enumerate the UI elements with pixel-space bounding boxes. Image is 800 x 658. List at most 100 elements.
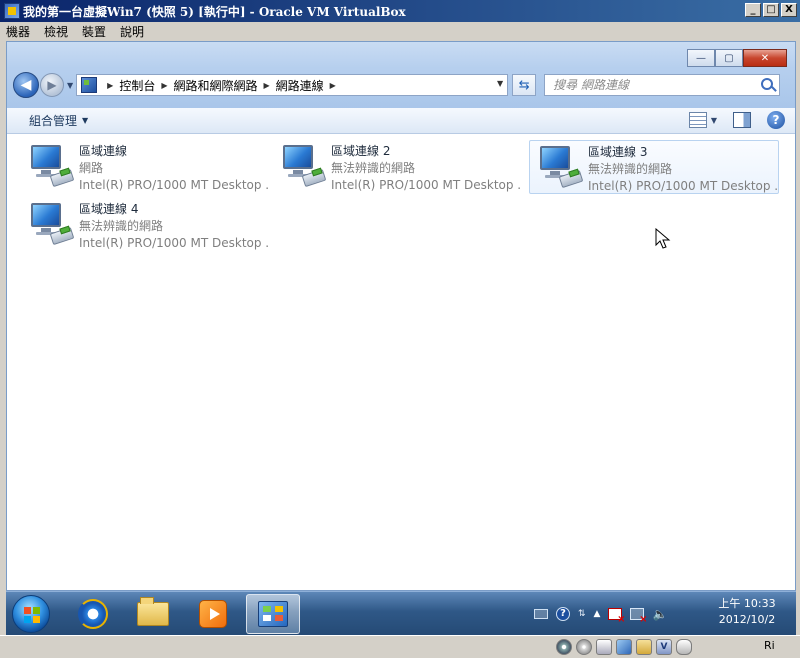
connection-details: 區域連線 2 無法辨識的網路 Intel(R) PRO/1000 MT Desk… [331,140,521,194]
back-button[interactable]: ◀ [13,72,39,98]
guest-screen: — ▢ ✕ ◀ ▶ ▼ ▶ 控制台 ▶ 網路和網際網路 ▶ 網路連線 ▶ ▼ ⇆… [6,41,796,635]
search-box [544,74,781,96]
connection-status: 網路 [79,161,104,175]
action-center-icon[interactable] [608,608,625,625]
connection-tile-1[interactable]: 區域連線 網路 Intel(R) PRO/1000 MT Desktop ... [21,140,271,194]
explorer-window-controls: — ▢ ✕ [687,49,787,67]
address-bar[interactable]: ▶ 控制台 ▶ 網路和網際網路 ▶ 網路連線 ▶ ▼ [76,74,509,96]
organize-label: 組合管理 [29,114,78,128]
input-method-icon[interactable]: ⇅ [578,609,586,619]
taskbar-media-player[interactable] [186,594,240,634]
refresh-button[interactable]: ⇆ [512,74,537,96]
explorer-frame: — ▢ ✕ ◀ ▶ ▼ ▶ 控制台 ▶ 網路和網際網路 ▶ 網路連線 ▶ ▼ ⇆… [7,42,795,108]
vm-device-icons: V [556,639,692,655]
connection-details: 區域連線 網路 Intel(R) PRO/1000 MT Desktop ... [79,140,269,194]
menu-view[interactable]: 檢視 [44,23,68,40]
media-player-icon [199,600,227,628]
search-icon[interactable] [761,78,774,90]
view-dropdown-icon[interactable]: ▼ [711,116,717,125]
host-minimize-button[interactable]: _ [745,3,761,17]
breadcrumb-network-connections[interactable]: 網路連線 [276,77,324,94]
control-panel-icon [258,601,288,627]
change-view-icon[interactable] [688,112,707,128]
host-window-title: 我的第一台虛擬Win7 (快照 5) [執行中] - Oracle VM Vir… [23,4,406,19]
host-key-label: Ri [764,639,775,652]
breadcrumb: ▶ 控制台 ▶ 網路和網際網路 ▶ 網路連線 ▶ [101,77,342,94]
network-adapter-icon [279,142,327,190]
explorer-minimize-button[interactable]: — [687,49,715,67]
host-window-controls: _ □ X [745,3,797,17]
connection-name: 區域連線 [79,144,128,158]
search-input[interactable] [545,76,746,94]
view-controls: ▼ ? [688,111,785,129]
system-tray: ? ⇅ ▲ 🔈 [534,596,667,632]
connection-device: Intel(R) PRO/1000 MT Desktop ... [79,236,269,250]
connection-name: 區域連線 3 [588,145,648,159]
connections-list: 區域連線 網路 Intel(R) PRO/1000 MT Desktop ...… [7,134,795,590]
host-maximize-button[interactable]: □ [763,3,779,17]
address-dropdown-icon[interactable]: ▼ [497,79,503,88]
command-bar: 組合管理 ▼ ▼ ? [7,108,795,134]
network-status-icon[interactable] [630,608,647,625]
usb-icon[interactable] [596,639,612,655]
connection-name: 區域連線 2 [331,144,391,158]
chevron-down-icon: ▼ [82,116,89,125]
explorer-window: — ▢ ✕ ◀ ▶ ▼ ▶ 控制台 ▶ 網路和網際網路 ▶ 網路連線 ▶ ▼ ⇆… [6,41,796,591]
optical-drive-icon[interactable] [576,639,592,655]
clock-date: 2012/10/2 [718,613,776,626]
connection-status: 無法辨識的網路 [588,162,673,176]
taskbar-internet-explorer[interactable] [66,594,120,634]
network-icon[interactable] [616,639,632,655]
breadcrumb-chevron-icon[interactable]: ▶ [330,81,336,90]
keyboard-icon[interactable] [534,609,548,619]
show-hidden-icons-icon[interactable]: ▲ [594,609,601,619]
recent-pages-dropdown[interactable]: ▼ [67,81,73,90]
connection-status: 無法辨識的網路 [331,161,416,175]
mouse-cursor-icon [655,228,671,249]
taskbar-clock[interactable]: 上午 10:33 2012/10/2 [702,596,792,628]
host-title-bar: 我的第一台虛擬Win7 (快照 5) [執行中] - Oracle VM Vir… [0,0,800,22]
help-icon[interactable]: ? [767,111,785,129]
connection-details: 區域連線 4 無法辨識的網路 Intel(R) PRO/1000 MT Desk… [79,198,269,252]
connection-tile-4[interactable]: 區域連線 4 無法辨識的網路 Intel(R) PRO/1000 MT Desk… [21,198,271,252]
network-adapter-icon [27,200,75,248]
start-button[interactable] [12,595,50,633]
menu-machine[interactable]: 機器 [6,23,30,40]
navigation-row: ◀ ▶ ▼ ▶ 控制台 ▶ 網路和網際網路 ▶ 網路連線 ▶ ▼ ⇆ 搜尋 網路… [13,72,789,98]
explorer-close-button[interactable]: ✕ [743,49,787,67]
preview-pane-icon[interactable] [733,112,751,128]
virtualbox-icon [4,3,20,19]
help-question-icon[interactable]: ? [556,607,570,621]
taskbar-windows-explorer[interactable] [126,594,180,634]
shared-folder-icon[interactable] [636,639,652,655]
host-close-button[interactable]: X [781,3,797,17]
folder-icon [137,597,169,626]
breadcrumb-control-panel[interactable]: 控制台 [119,77,155,94]
breadcrumb-root-chevron-icon[interactable]: ▶ [107,81,113,90]
connection-name: 區域連線 4 [79,202,139,216]
speaker-icon[interactable]: 🔈 [652,607,667,621]
network-adapter-icon [27,142,75,190]
host-menu-bar: 機器 檢視 裝置 說明 [0,22,800,41]
mouse-integration-icon[interactable] [676,639,692,655]
menu-devices[interactable]: 裝置 [82,23,106,40]
connection-device: Intel(R) PRO/1000 MT Desktop ... [588,179,778,193]
forward-button[interactable]: ▶ [40,73,64,97]
connection-status: 無法辨識的網路 [79,219,164,233]
internet-explorer-icon [78,599,108,629]
organize-button[interactable]: 組合管理 ▼ [29,112,88,129]
connection-tile-3[interactable]: 區域連線 3 無法辨識的網路 Intel(R) PRO/1000 MT Desk… [529,140,779,194]
control-panel-icon [81,77,98,93]
breadcrumb-chevron-icon[interactable]: ▶ [264,81,270,90]
virtualization-icon[interactable]: V [656,639,672,655]
explorer-maximize-button[interactable]: ▢ [715,49,743,67]
hard-disk-icon[interactable] [556,639,572,655]
menu-help[interactable]: 說明 [120,23,144,40]
breadcrumb-network-internet[interactable]: 網路和網際網路 [173,77,257,94]
host-status-bar: V Ri [0,635,800,658]
breadcrumb-chevron-icon[interactable]: ▶ [161,81,167,90]
connection-tile-2[interactable]: 區域連線 2 無法辨識的網路 Intel(R) PRO/1000 MT Desk… [273,140,523,194]
network-adapter-icon [536,143,584,191]
taskbar: ? ⇅ ▲ 🔈 上午 10:33 2012/10/2 [6,591,796,635]
taskbar-control-panel[interactable] [246,594,300,634]
